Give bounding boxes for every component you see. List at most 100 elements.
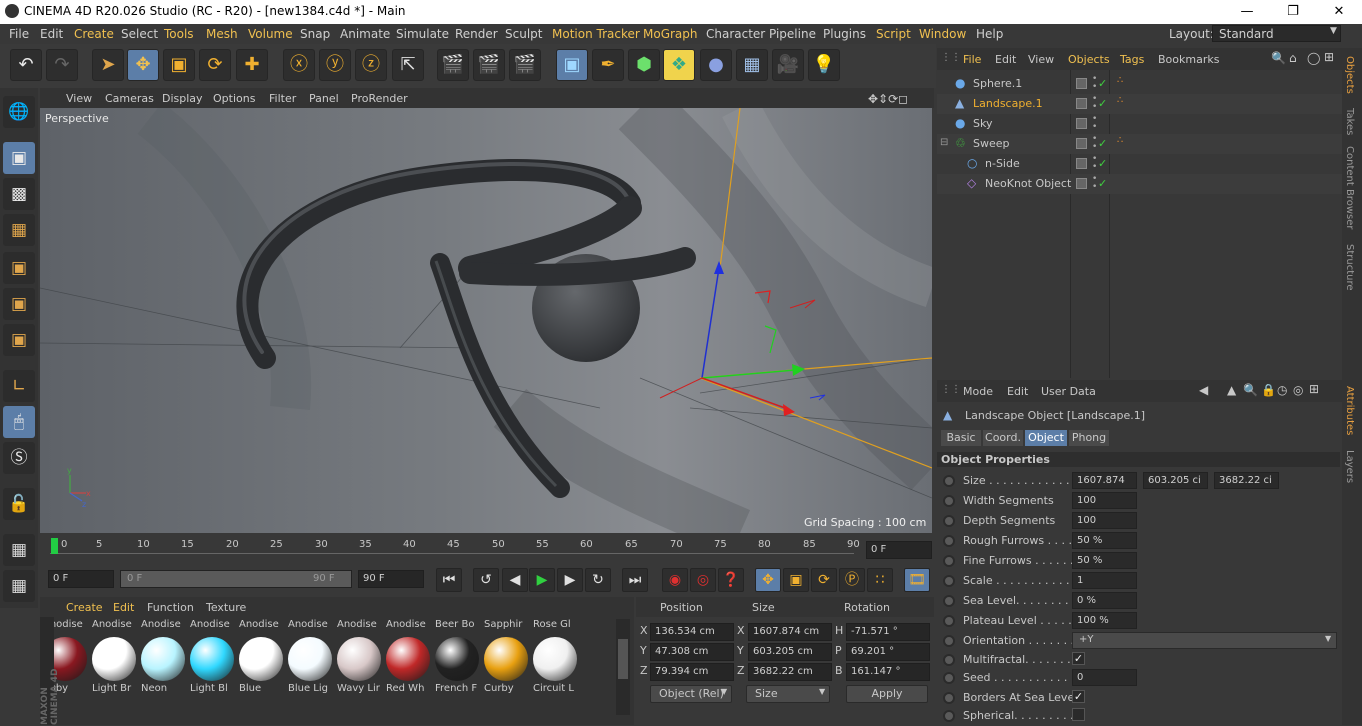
move-tool-icon[interactable]: ✥ [127,49,159,81]
side-tab-content-browser[interactable]: Content Browser [1344,146,1355,229]
material-menu-texture[interactable]: Texture [206,601,246,614]
rotate-tool-icon[interactable]: ⟳ [199,49,231,81]
tab-basic[interactable]: Basic [941,430,981,446]
minimize-button[interactable]: — [1224,0,1270,24]
min-time-field[interactable]: 0 F [48,570,114,588]
display-tag-icon[interactable] [1076,178,1087,189]
workplane-icon[interactable]: ▦ [3,214,35,246]
enabled-check-icon[interactable]: ✓ [1098,77,1107,90]
undo-icon[interactable]: ↶ [10,49,42,81]
new-window-icon[interactable]: ⊞ [1309,382,1319,396]
material-name[interactable]: Neon [141,683,188,694]
material-name[interactable]: Light Br [92,683,139,694]
apply-button[interactable]: Apply [846,685,928,703]
attribute-animate-toggle[interactable] [943,515,955,527]
material-name[interactable]: Circuit L [533,683,580,694]
material-top-label[interactable]: Anodise [190,619,237,630]
play-icon[interactable]: ▶ [529,568,555,592]
y-axis-lock-icon[interactable]: ⓨ [319,49,351,81]
position-key-icon[interactable]: ✥ [755,568,781,592]
material-top-label[interactable]: Anodise [141,619,188,630]
material-swatch[interactable] [239,637,283,681]
tag-icon[interactable]: ∴ [1117,95,1123,106]
object-name[interactable]: Sky [973,117,992,130]
parameter-key-icon[interactable]: Ⓟ [839,568,865,592]
redo-icon[interactable]: ↷ [46,49,78,81]
home-icon[interactable]: ⌂ [1289,51,1297,65]
menu-pipeline[interactable]: Pipeline [769,27,816,41]
polygons-mode-icon[interactable]: ▣ [3,324,35,356]
range-slider[interactable]: 0 F 90 F [120,570,352,588]
viewport-menu-options[interactable]: Options [213,92,255,105]
coord-size-field[interactable]: 3682.22 cm [748,663,832,681]
display-tag-icon[interactable] [1076,78,1087,89]
seed-field[interactable]: 0 [1072,669,1137,686]
side-tab-layers[interactable]: Layers [1344,450,1355,483]
camera-icon[interactable]: 🎥 [772,49,804,81]
material-name[interactable]: Blue [239,683,286,694]
model-mode-icon[interactable]: ▣ [3,142,35,174]
attribute-menu-edit[interactable]: Edit [1007,385,1028,398]
object-row[interactable]: ▲ Landscape.1 • • ✓ ∴ [937,94,1342,114]
subdivision-generator-icon[interactable]: ⬢ [628,49,660,81]
object-row[interactable]: ● Sphere.1 • • ✓ ∴ [937,74,1342,94]
material-top-label[interactable]: Anodise [92,619,139,630]
object-menu-edit[interactable]: Edit [995,53,1016,66]
tweak-mode-icon[interactable]: 🖱 [3,406,35,438]
layer-icon[interactable]: ◯ [1307,51,1320,65]
attribute-value-field[interactable]: 1 [1072,572,1137,589]
visibility-dots-icon[interactable]: • • [1092,95,1097,112]
material-swatch[interactable] [337,637,381,681]
material-name[interactable]: Blue Lig [288,683,335,694]
menu-character[interactable]: Character [706,27,765,41]
make-editable-icon[interactable]: 🌐 [3,96,35,128]
side-tab-attributes[interactable]: Attributes [1344,386,1355,435]
menu-tools[interactable]: Tools [164,27,194,41]
menu-window[interactable]: Window [919,27,966,41]
display-tag-icon[interactable] [1076,158,1087,169]
solo-mode-icon[interactable]: Ⓢ [3,442,35,474]
texture-mode-icon[interactable]: ▩ [3,178,35,210]
max-time-field[interactable]: 90 F [358,570,424,588]
checker-icon[interactable]: ▦ [3,534,35,566]
material-swatch[interactable] [435,637,479,681]
up-arrow-icon[interactable]: ▲ [1227,383,1236,397]
last-tool-icon[interactable]: ✚ [236,49,268,81]
size-z-field[interactable]: 3682.22 ci [1214,472,1279,489]
object-menu-tags[interactable]: Tags [1120,53,1144,66]
edges-mode-icon[interactable]: ▣ [3,288,35,320]
enabled-check-icon[interactable]: ✓ [1098,97,1107,110]
side-tab-objects[interactable]: Objects [1344,56,1355,94]
attribute-menu-mode[interactable]: Mode [963,385,993,398]
select-tool-icon[interactable]: ➤ [92,49,124,81]
lock-icon[interactable]: 🔒 [1261,383,1276,397]
material-swatch[interactable] [92,637,136,681]
viewport-3d[interactable]: y x z Perspective Grid Spacing : 100 cm [40,108,932,533]
menu-select[interactable]: Select [121,27,158,41]
cloner-icon[interactable]: ❖ [663,49,695,81]
enabled-check-icon[interactable]: ✓ [1098,137,1107,150]
attribute-animate-toggle[interactable] [943,595,955,607]
menu-sculpt[interactable]: Sculpt [505,27,542,41]
attribute-animate-toggle[interactable] [943,615,955,627]
visibility-dots-icon[interactable]: • • [1092,115,1097,132]
attribute-value-field[interactable]: 0 % [1072,592,1137,609]
visibility-dots-icon[interactable]: • • [1092,155,1097,172]
coord-rotation-field[interactable]: 69.201 ° [846,643,930,661]
enabled-check-icon[interactable]: ✓ [1098,177,1107,190]
autokey-icon[interactable]: ◎ [690,568,716,592]
object-row[interactable]: ⊟ ♲ Sweep • • ✓ ∴ [937,134,1342,154]
material-swatch[interactable] [533,637,577,681]
viewport-menu-display[interactable]: Display [162,92,203,105]
keyframe-selection-icon[interactable]: ❓ [718,568,744,592]
material-swatch[interactable] [141,637,185,681]
floor-environment-icon[interactable]: ▦ [736,49,768,81]
grid-icon[interactable]: ▦ [3,570,35,602]
material-top-label[interactable]: Anodise [288,619,335,630]
material-top-label[interactable]: Anodise [337,619,384,630]
x-axis-lock-icon[interactable]: ⓧ [283,49,315,81]
material-top-label[interactable]: Sapphir [484,619,531,630]
attribute-animate-toggle[interactable] [943,575,955,587]
attribute-value-field[interactable]: 100 % [1072,612,1137,629]
multifractal-animate-toggle[interactable] [943,654,955,666]
